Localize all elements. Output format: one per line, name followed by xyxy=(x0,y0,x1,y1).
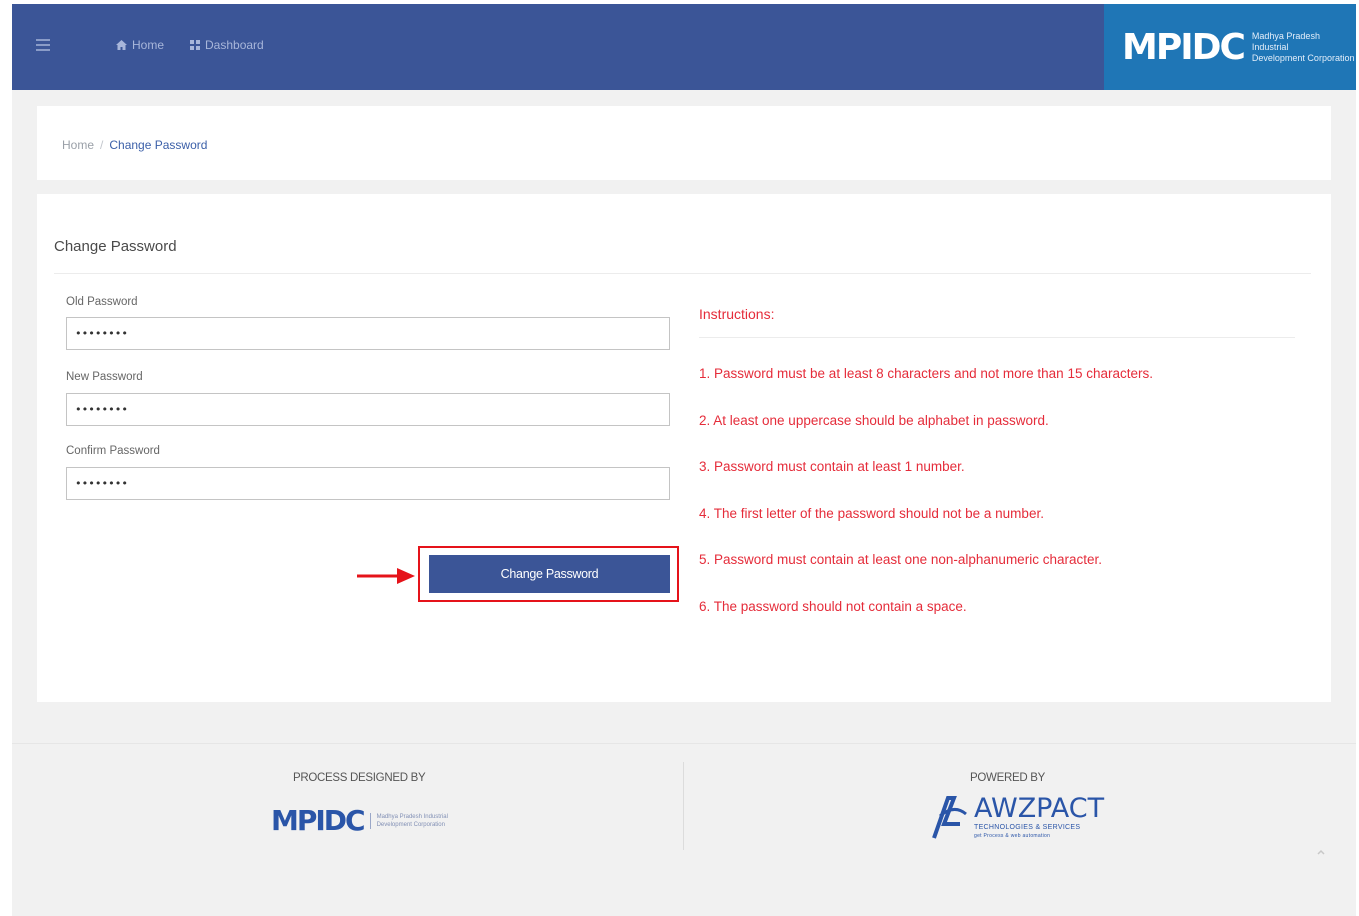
breadcrumb-separator: / xyxy=(100,138,104,152)
brand-subtitle: Madhya Pradesh Industrial Development Co… xyxy=(1252,31,1356,64)
instruction-item: 6. The password should not contain a spa… xyxy=(699,599,967,614)
awzpact-emblem-icon xyxy=(932,796,967,839)
confirm-password-input[interactable]: •••••••• xyxy=(66,467,670,500)
breadcrumb-card: Home / Change Password xyxy=(37,106,1331,180)
nav-dashboard-link[interactable]: Dashboard xyxy=(190,38,264,52)
instruction-item: 2. At least one uppercase should be alph… xyxy=(699,413,1049,428)
footer-divider-line xyxy=(12,743,1356,744)
scroll-to-top-icon[interactable] xyxy=(1314,846,1328,860)
footer-mpidc-subtitle: Madhya Pradesh Industrial Development Co… xyxy=(369,812,448,829)
footer-awzpact-logo: AWZPACT TECHNOLOGIES & SERVICES get Proc… xyxy=(930,794,1104,840)
change-password-card: Change Password Old Password •••••••• Ne… xyxy=(37,194,1331,702)
breadcrumb: Home / Change Password xyxy=(62,138,207,152)
brand-logo: MPIDC xyxy=(1122,26,1246,68)
footer-mpidc-logo-text: MPIDC xyxy=(271,804,366,837)
menu-toggle-icon[interactable] xyxy=(36,39,50,51)
powered-by-label: POWERED BY xyxy=(970,772,1045,784)
change-password-button[interactable]: Change Password xyxy=(429,555,670,593)
footer-mpidc-line-2: Development Corporation xyxy=(376,821,445,828)
nav-dashboard-label: Dashboard xyxy=(205,38,264,52)
process-designed-label: PROCESS DESIGNED BY xyxy=(293,772,426,784)
footer-column-divider xyxy=(683,762,684,850)
nav-home-link[interactable]: Home xyxy=(116,38,164,52)
brand-line-1: Madhya Pradesh Industrial xyxy=(1251,30,1320,52)
confirm-password-label: Confirm Password xyxy=(66,445,160,457)
new-password-label: New Password xyxy=(66,371,143,383)
instruction-item: 4. The first letter of the password shou… xyxy=(699,506,1044,521)
brand-line-2: Development Corporation xyxy=(1251,52,1355,63)
new-password-input[interactable]: •••••••• xyxy=(66,393,670,426)
footer-mpidc-line-1: Madhya Pradesh Industrial xyxy=(376,813,448,820)
home-icon xyxy=(116,40,127,50)
title-divider xyxy=(54,273,1311,274)
instruction-item: 1. Password must be at least 8 character… xyxy=(699,366,1153,381)
page-title: Change Password xyxy=(54,238,177,255)
instructions-divider xyxy=(699,337,1295,338)
awzpact-tagline: TECHNOLOGIES & SERVICES xyxy=(974,823,1081,831)
awzpact-text-block: AWZPACT TECHNOLOGIES & SERVICES get Proc… xyxy=(974,792,1105,839)
old-password-input[interactable]: •••••••• xyxy=(66,317,670,350)
footer-mpidc-logo: MPIDC Madhya Pradesh Industrial Developm… xyxy=(271,804,448,837)
app-frame: Home Dashboard MPIDC Madhya Pradesh Indu… xyxy=(12,4,1356,916)
awzpact-sub: get Process & web automation xyxy=(974,832,1051,839)
breadcrumb-home[interactable]: Home xyxy=(62,138,94,152)
red-arrow-icon xyxy=(357,568,415,584)
old-password-label: Old Password xyxy=(66,296,138,308)
breadcrumb-current[interactable]: Change Password xyxy=(109,138,207,152)
nav-home-label: Home xyxy=(132,38,165,52)
instructions-title: Instructions: xyxy=(699,306,775,322)
brand-logo-block[interactable]: MPIDC Madhya Pradesh Industrial Developm… xyxy=(1104,4,1356,90)
instruction-item: 5. Password must contain at least one no… xyxy=(699,552,1102,567)
top-navbar: Home Dashboard MPIDC Madhya Pradesh Indu… xyxy=(12,4,1356,90)
instruction-item: 3. Password must contain at least 1 numb… xyxy=(699,459,965,474)
awzpact-name: AWZPACT xyxy=(974,792,1105,824)
grid-icon xyxy=(190,40,200,50)
